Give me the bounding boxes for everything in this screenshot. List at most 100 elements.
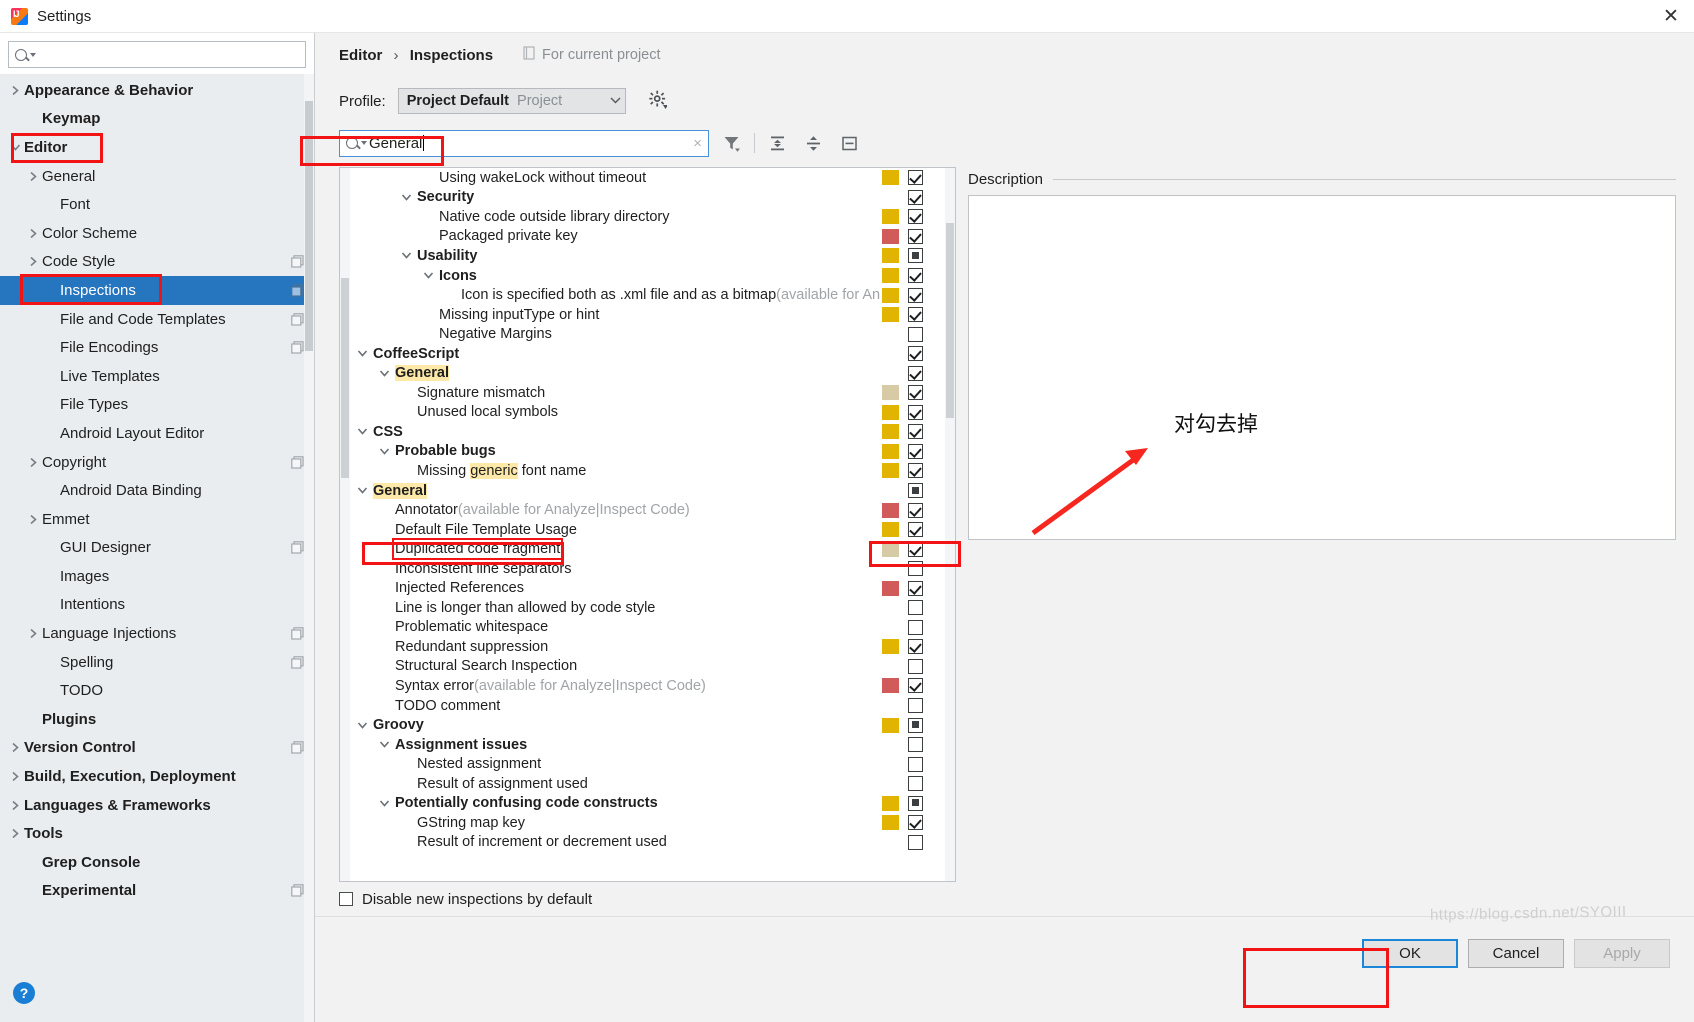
expand-all-icon[interactable] — [764, 130, 791, 157]
sidebar-item-languages-frameworks[interactable]: Languages & Frameworks — [0, 791, 314, 820]
chevron-down-icon[interactable] — [395, 251, 417, 260]
inspection-search-input[interactable]: General × — [339, 129, 709, 157]
chevron-down-icon[interactable] — [417, 271, 439, 280]
chevron-down-icon[interactable] — [373, 799, 395, 808]
inspection-tree[interactable]: Using wakeLock without timeout Security Na… — [339, 167, 956, 882]
inspection-tree-row[interactable]: Negative Margins — [351, 324, 885, 344]
sidebar-item-build-execution-deployment[interactable]: Build, Execution, Deployment — [0, 762, 314, 791]
inspection-enabled-checkbox[interactable] — [908, 463, 923, 479]
inspection-tree-row[interactable]: CSS — [351, 422, 885, 442]
inspection-enabled-checkbox[interactable] — [908, 737, 923, 753]
inspection-enabled-checkbox[interactable] — [908, 561, 923, 577]
inspection-tree-row[interactable]: Redundant suppression — [351, 637, 885, 657]
chevron-down-icon[interactable] — [373, 369, 395, 378]
breadcrumb-root[interactable]: Editor — [339, 47, 382, 64]
profile-select[interactable]: Project Default Project — [397, 88, 626, 114]
sidebar-item-android-layout-editor[interactable]: Android Layout Editor — [0, 419, 314, 448]
inspection-tree-row[interactable]: Annotator (available for Analyze|Inspect… — [351, 500, 885, 520]
close-icon[interactable]: ✕ — [1648, 0, 1694, 32]
inspection-enabled-checkbox[interactable] — [908, 834, 923, 850]
inspection-tree-row[interactable]: Using wakeLock without timeout — [351, 168, 885, 188]
sidebar-scrollbar[interactable] — [304, 74, 314, 1022]
inspection-enabled-checkbox[interactable] — [908, 678, 923, 694]
inspection-enabled-checkbox[interactable] — [908, 443, 923, 459]
sidebar-item-keymap[interactable]: Keymap — [0, 105, 314, 134]
inspection-enabled-checkbox[interactable] — [908, 502, 923, 518]
inspection-enabled-checkbox[interactable] — [908, 483, 923, 499]
collapse-all-icon[interactable] — [800, 130, 827, 157]
inspection-enabled-checkbox[interactable] — [908, 424, 923, 440]
chevron-down-icon[interactable] — [373, 740, 395, 749]
inspection-enabled-checkbox[interactable] — [908, 268, 923, 283]
reset-icon[interactable] — [836, 130, 863, 157]
inspection-tree-row[interactable]: Inconsistent line separators — [351, 559, 885, 579]
chevron-right-icon[interactable] — [6, 771, 24, 782]
chevron-right-icon[interactable] — [24, 628, 42, 639]
inspection-tree-row[interactable]: Potentially confusing code constructs — [351, 794, 885, 814]
sidebar-item-experimental[interactable]: Experimental — [0, 877, 314, 906]
sidebar-item-font[interactable]: Font — [0, 190, 314, 219]
chevron-right-icon[interactable] — [6, 85, 24, 96]
sidebar-item-emmet[interactable]: Emmet — [0, 505, 314, 534]
inspection-tree-row[interactable]: Default File Template Usage — [351, 520, 885, 540]
chevron-down-icon[interactable] — [373, 447, 395, 456]
inspection-enabled-checkbox[interactable] — [908, 639, 923, 655]
sidebar-item-android-data-binding[interactable]: Android Data Binding — [0, 476, 314, 505]
inspection-tree-row[interactable]: Syntax error (available for Analyze|Insp… — [351, 676, 885, 696]
chevron-down-icon[interactable] — [351, 486, 373, 495]
chevron-down-icon[interactable] — [6, 143, 24, 152]
chevron-down-icon[interactable] — [395, 193, 417, 202]
sidebar-item-live-templates[interactable]: Live Templates — [0, 362, 314, 391]
chevron-right-icon[interactable] — [24, 171, 42, 182]
inspection-tree-row[interactable]: Signature mismatch — [351, 383, 885, 403]
inspection-tree-row[interactable]: General — [351, 481, 885, 501]
inspection-tree-row[interactable]: General — [351, 363, 885, 383]
chevron-right-icon[interactable] — [6, 828, 24, 839]
sidebar-item-plugins[interactable]: Plugins — [0, 705, 314, 734]
inspection-tree-row[interactable]: Result of increment or decrement used — [351, 833, 885, 853]
sidebar-item-intentions[interactable]: Intentions — [0, 591, 314, 620]
inspection-tree-row[interactable]: Missing generic font name — [351, 461, 885, 481]
disable-new-inspections-checkbox[interactable] — [339, 892, 353, 906]
inspection-enabled-checkbox[interactable] — [908, 756, 923, 772]
inspection-enabled-checkbox[interactable] — [908, 580, 923, 596]
sidebar-item-gui-designer[interactable]: GUI Designer — [0, 534, 314, 563]
sidebar-item-language-injections[interactable]: Language Injections — [0, 619, 314, 648]
sidebar-item-version-control[interactable]: Version Control — [0, 734, 314, 763]
sidebar-item-file-types[interactable]: File Types — [0, 391, 314, 420]
tree-vertical-scrollbar-right[interactable] — [945, 168, 955, 881]
inspection-enabled-checkbox[interactable] — [908, 404, 923, 420]
sidebar-item-color-scheme[interactable]: Color Scheme — [0, 219, 314, 248]
sidebar-item-appearance-behavior[interactable]: Appearance & Behavior — [0, 76, 314, 105]
inspection-tree-row[interactable]: Structural Search Inspection — [351, 657, 885, 677]
inspection-enabled-checkbox[interactable] — [908, 815, 923, 831]
inspection-tree-row[interactable]: Probable bugs — [351, 442, 885, 462]
inspection-tree-row[interactable]: TODO comment — [351, 696, 885, 716]
inspection-tree-row[interactable]: Problematic whitespace — [351, 618, 885, 638]
inspection-tree-row[interactable]: Usability — [351, 246, 885, 266]
tree-vertical-scrollbar-left[interactable] — [340, 168, 350, 881]
inspection-enabled-checkbox[interactable] — [908, 658, 923, 674]
tree-scrollbar-thumb-left[interactable] — [341, 278, 349, 478]
ok-button[interactable]: OK — [1362, 938, 1458, 968]
inspection-enabled-checkbox[interactable] — [908, 541, 923, 557]
sidebar-item-file-encodings[interactable]: File Encodings — [0, 333, 314, 362]
sidebar-item-inspections[interactable]: Inspections — [0, 276, 314, 305]
sidebar-item-file-and-code-templates[interactable]: File and Code Templates — [0, 305, 314, 334]
inspection-enabled-checkbox[interactable] — [908, 346, 923, 362]
inspection-tree-row[interactable]: Unused local symbols — [351, 403, 885, 423]
inspection-enabled-checkbox[interactable] — [908, 209, 923, 225]
chevron-down-icon[interactable] — [351, 349, 373, 358]
tree-scrollbar-thumb-right[interactable] — [946, 223, 954, 418]
inspection-tree-row[interactable]: Injected References — [351, 578, 885, 598]
chevron-right-icon[interactable] — [6, 800, 24, 811]
chevron-down-icon[interactable] — [351, 427, 373, 436]
chevron-right-icon[interactable] — [6, 742, 24, 753]
help-button[interactable]: ? — [13, 982, 35, 1004]
sidebar-item-tools[interactable]: Tools — [0, 819, 314, 848]
inspection-tree-row[interactable]: Missing inputType or hint — [351, 305, 885, 325]
inspection-tree-row[interactable]: Icon is specified both as .xml file and … — [351, 285, 885, 305]
inspection-tree-row[interactable]: Groovy — [351, 715, 885, 735]
search-input[interactable] — [8, 41, 306, 68]
inspection-enabled-checkbox[interactable] — [908, 385, 923, 401]
